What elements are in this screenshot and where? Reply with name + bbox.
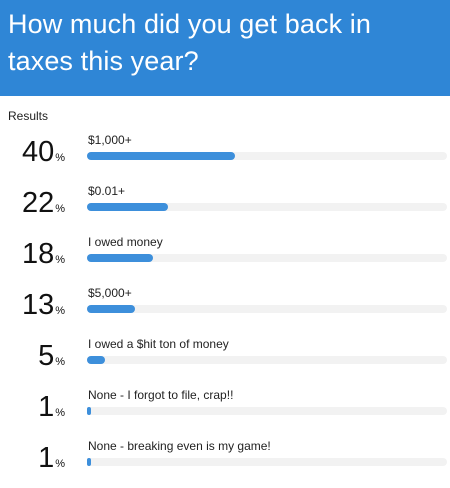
result-option-label: I owed money xyxy=(88,235,163,249)
result-bar-track xyxy=(87,356,447,364)
result-percent: 13% xyxy=(21,289,65,321)
result-bar-fill xyxy=(87,407,91,415)
result-percent: 18% xyxy=(21,238,65,270)
result-option-label: $0.01+ xyxy=(88,184,126,198)
result-option-label: $5,000+ xyxy=(88,286,132,300)
poll-header: How much did you get back in taxes this … xyxy=(0,0,450,96)
result-bar-fill xyxy=(87,254,154,262)
result-bar-fill xyxy=(87,356,106,364)
result-bar-fill xyxy=(87,305,135,313)
result-row: 18% I owed money xyxy=(0,233,450,284)
result-bar-track xyxy=(87,305,447,313)
result-bar-track xyxy=(87,458,447,466)
results-list: 40% $1,000+ 22% $0.01+ 18% I owed money … xyxy=(0,131,450,488)
result-percent: 5% xyxy=(38,340,65,372)
result-percent: 40% xyxy=(21,136,65,168)
result-row: 1% None - I forgot to file, crap!! xyxy=(0,386,450,437)
result-bar-fill xyxy=(87,203,169,211)
result-row: 22% $0.01+ xyxy=(0,182,450,233)
result-percent: 22% xyxy=(21,187,65,219)
result-option-label: I owed a $hit ton of money xyxy=(88,337,229,351)
result-percent: 1% xyxy=(38,442,65,474)
result-option-label: $1,000+ xyxy=(88,133,132,147)
result-bar-track xyxy=(87,254,447,262)
result-bar-track xyxy=(87,152,447,160)
result-row: 5% I owed a $hit ton of money xyxy=(0,335,450,386)
result-option-label: None - I forgot to file, crap!! xyxy=(88,388,234,402)
result-row: 13% $5,000+ xyxy=(0,284,450,335)
results-heading: Results xyxy=(8,109,49,123)
result-bar-fill xyxy=(87,152,235,160)
result-bar-track xyxy=(87,407,447,415)
result-bar-track xyxy=(87,203,447,211)
result-row: 40% $1,000+ xyxy=(0,131,450,182)
result-row: 1% None - breaking even is my game! xyxy=(0,437,450,488)
result-option-label: None - breaking even is my game! xyxy=(88,439,271,453)
result-bar-fill xyxy=(87,458,91,466)
poll-question: How much did you get back in taxes this … xyxy=(8,9,371,76)
result-percent: 1% xyxy=(38,391,65,423)
